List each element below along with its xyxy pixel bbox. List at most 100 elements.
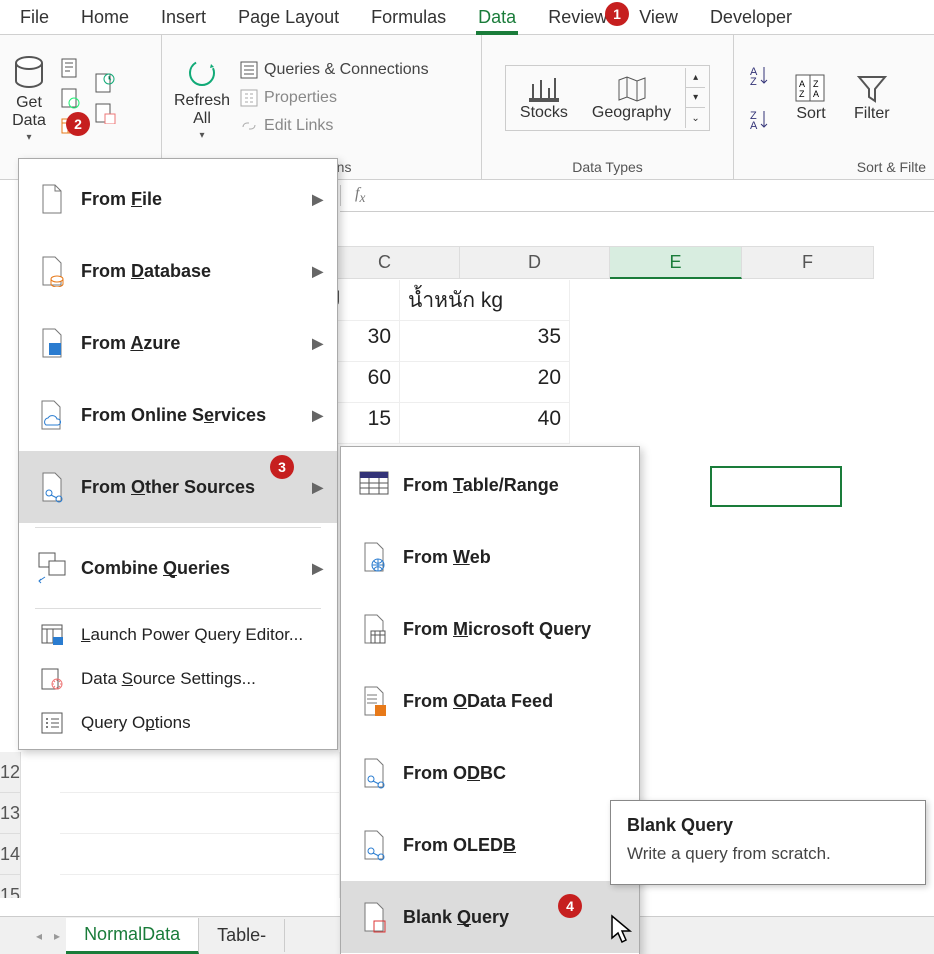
geography-button[interactable]: Geography (582, 70, 681, 126)
msquery-icon (359, 611, 389, 647)
menu-combine-queries[interactable]: Combine Queries▶ (19, 532, 337, 604)
svg-text:Z: Z (799, 89, 805, 99)
row-header[interactable]: 15 (0, 875, 21, 898)
pqe-icon (37, 617, 67, 653)
existing-conns-button[interactable] (90, 99, 120, 127)
sort-desc-icon: ZA (748, 107, 774, 133)
menu-from-file[interactable]: From File▶ (19, 163, 337, 235)
svg-text:Z: Z (813, 79, 819, 89)
db-icon (12, 54, 46, 92)
settings-icon (37, 661, 67, 697)
cell[interactable]: 20 (400, 362, 570, 403)
sheet-nav-prev[interactable]: ◂ (30, 929, 48, 943)
tooltip-title: Blank Query (627, 815, 909, 836)
combine-icon (37, 550, 67, 586)
sub-from-odbc[interactable]: From ODBC (341, 737, 639, 809)
menu-from-azure[interactable]: From Azure▶ (19, 307, 337, 379)
step-badge-2: 2 (66, 112, 90, 136)
col-header-d[interactable]: D (460, 246, 610, 279)
odbc-icon (359, 755, 389, 791)
cell[interactable]: 40 (400, 403, 570, 444)
row-header[interactable]: 13 (0, 793, 21, 834)
recent-sources-button[interactable] (90, 69, 120, 97)
step-badge-1: 1 (605, 2, 629, 26)
sub-from-table-range[interactable]: From Table/Range (341, 449, 639, 521)
tab-page-layout[interactable]: Page Layout (228, 3, 349, 32)
tab-home[interactable]: Home (71, 3, 139, 32)
odata-icon (359, 683, 389, 719)
file-icon (37, 181, 67, 217)
stocks-button[interactable]: Stocks (510, 70, 578, 126)
tab-view[interactable]: View (629, 3, 688, 32)
sort-desc-button[interactable]: ZA (748, 107, 774, 133)
queries-connections-button[interactable]: Queries & Connections (240, 60, 429, 80)
sub-blank-query[interactable]: Blank Query (341, 881, 639, 953)
tab-data[interactable]: Data (468, 3, 526, 32)
cursor-icon (610, 914, 636, 944)
from-text-button[interactable] (56, 54, 86, 82)
sub-from-oledb[interactable]: From OLEDB (341, 809, 639, 881)
refresh-icon (185, 56, 219, 90)
filter-button[interactable]: Filter (848, 71, 896, 125)
other-sources-icon (37, 469, 67, 505)
cloud-icon (37, 397, 67, 433)
svg-text:A: A (799, 79, 805, 89)
refresh-all-button[interactable]: Refresh All ▾ (168, 54, 236, 143)
svg-text:A: A (750, 120, 758, 132)
tab-file[interactable]: File (10, 3, 59, 32)
web-icon (359, 539, 389, 575)
row-header[interactable]: 14 (0, 834, 21, 875)
sort-asc-button[interactable]: AZ (748, 63, 774, 89)
database-icon (37, 253, 67, 289)
menu-from-online-services[interactable]: From Online Services▶ (19, 379, 337, 451)
get-data-button[interactable]: Get Data ▾ (6, 52, 52, 145)
cell-c1[interactable]: น้ำหนัก kg (400, 280, 570, 321)
oledb-icon (359, 827, 389, 863)
tab-formulas[interactable]: Formulas (361, 3, 456, 32)
sub-from-odata[interactable]: From OData Feed (341, 665, 639, 737)
link-icon (240, 117, 258, 135)
tab-developer[interactable]: Developer (700, 3, 802, 32)
azure-icon (37, 325, 67, 361)
col-header-e[interactable]: E (610, 246, 742, 279)
chevron-down-icon: ▾ (26, 132, 31, 143)
sheet-nav-next[interactable]: ▸ (48, 929, 66, 943)
menu-data-source-settings[interactable]: Data Source Settings... (19, 657, 337, 701)
sort-asc-icon: AZ (748, 63, 774, 89)
menu-launch-pqe[interactable]: Launch Power Query Editor... (19, 613, 337, 657)
step-badge-3: 3 (270, 455, 294, 479)
svg-text:Z: Z (750, 76, 757, 88)
tooltip-body: Write a query from scratch. (627, 844, 909, 864)
group-label-sort-filter: Sort & Filte (740, 157, 928, 179)
chevron-down-icon: ▾ (200, 130, 205, 141)
tooltip-blank-query: Blank Query Write a query from scratch. (610, 800, 926, 885)
formula-bar[interactable]: fx (340, 180, 934, 212)
menu-query-options[interactable]: Query Options (19, 701, 337, 745)
other-sources-submenu: From Table/Range From Web From Microsoft… (340, 446, 640, 954)
chevron-right-icon: ▶ (312, 479, 323, 496)
col-header-f[interactable]: F (742, 246, 874, 279)
step-badge-4: 4 (558, 894, 582, 918)
from-web-button[interactable] (56, 84, 86, 112)
sheet-tab-table[interactable]: Table- (199, 919, 285, 952)
props-icon (240, 89, 258, 107)
get-data-menu: From File▶ From Database▶ From Azure▶ Fr… (18, 158, 338, 750)
tab-insert[interactable]: Insert (151, 3, 216, 32)
map-icon (615, 74, 649, 104)
sub-from-web[interactable]: From Web (341, 521, 639, 593)
menu-from-database[interactable]: From Database▶ (19, 235, 337, 307)
options-icon (37, 705, 67, 741)
svg-text:A: A (813, 89, 819, 99)
active-cell-selection (710, 466, 842, 507)
chevron-right-icon: ▶ (312, 335, 323, 352)
list-icon (240, 61, 258, 79)
data-types-spinner[interactable]: ▴▾⌄ (685, 68, 705, 128)
cell[interactable]: 35 (400, 321, 570, 362)
row-header[interactable]: 12 (0, 752, 21, 793)
sort-button[interactable]: AZZA Sort (788, 71, 834, 125)
sub-from-ms-query[interactable]: From Microsoft Query (341, 593, 639, 665)
sheet-tab-normaldata[interactable]: NormalData (66, 918, 199, 954)
edit-links-button: Edit Links (240, 116, 429, 136)
filter-icon (855, 73, 889, 103)
fx-icon[interactable]: fx (340, 185, 379, 206)
